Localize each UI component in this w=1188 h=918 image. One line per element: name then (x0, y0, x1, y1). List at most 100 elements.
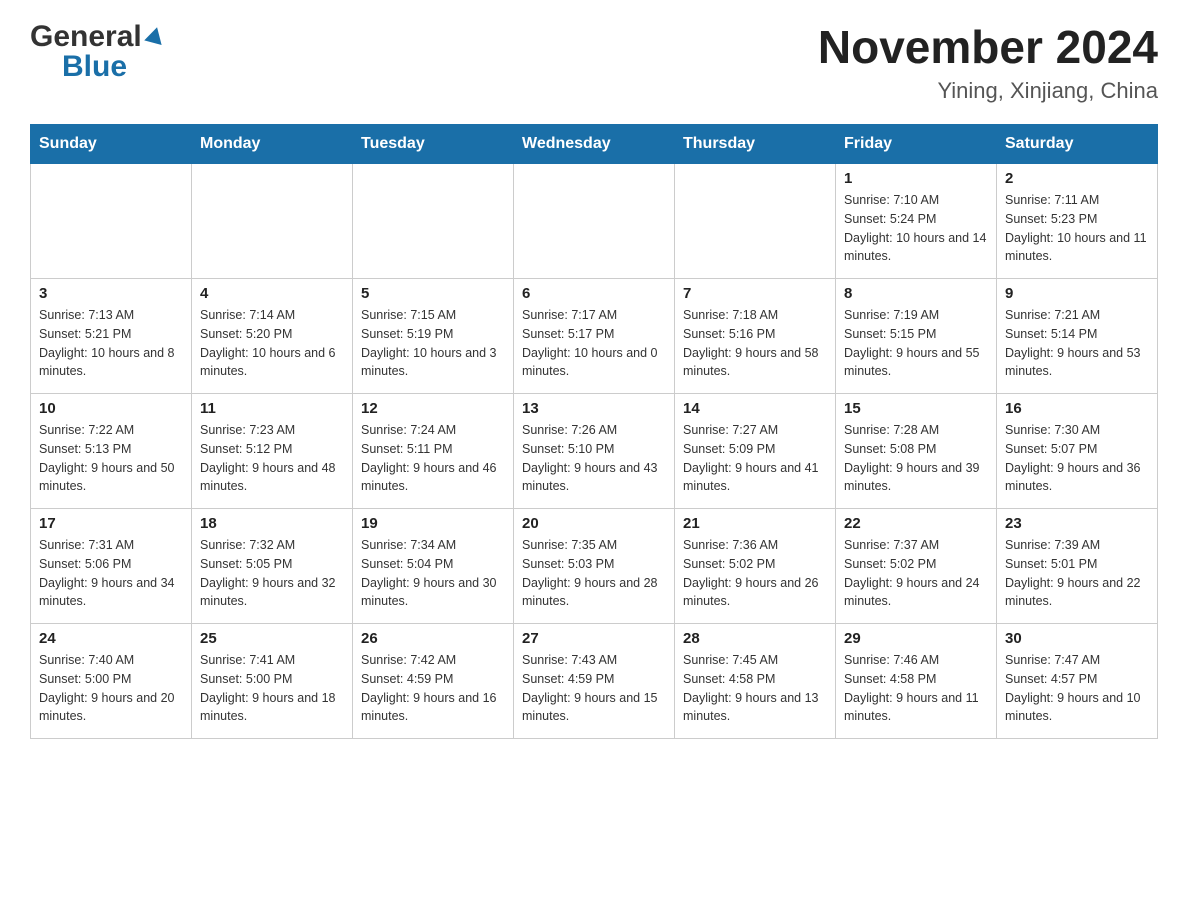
cell-1-4: 7 Sunrise: 7:18 AMSunset: 5:16 PMDayligh… (675, 279, 836, 394)
cell-4-0: 24 Sunrise: 7:40 AMSunset: 5:00 PMDaylig… (31, 624, 192, 739)
cell-0-6: 2 Sunrise: 7:11 AMSunset: 5:23 PMDayligh… (997, 164, 1158, 279)
cell-0-0 (31, 164, 192, 279)
cell-3-1: 18 Sunrise: 7:32 AMSunset: 5:05 PMDaylig… (192, 509, 353, 624)
calendar-title: November 2024 (818, 20, 1158, 74)
logo-triangle-icon (144, 25, 166, 45)
cell-0-1 (192, 164, 353, 279)
day-info: Sunrise: 7:26 AMSunset: 5:10 PMDaylight:… (522, 421, 666, 496)
day-info: Sunrise: 7:47 AMSunset: 4:57 PMDaylight:… (1005, 651, 1149, 726)
cell-0-4 (675, 164, 836, 279)
calendar-table: Sunday Monday Tuesday Wednesday Thursday… (30, 124, 1158, 739)
day-number: 30 (1005, 630, 1149, 647)
col-tuesday: Tuesday (353, 125, 514, 164)
day-info: Sunrise: 7:22 AMSunset: 5:13 PMDaylight:… (39, 421, 183, 496)
header: General Blue November 2024 Yining, Xinji… (30, 20, 1158, 104)
cell-0-2 (353, 164, 514, 279)
cell-2-1: 11 Sunrise: 7:23 AMSunset: 5:12 PMDaylig… (192, 394, 353, 509)
col-saturday: Saturday (997, 125, 1158, 164)
day-number: 28 (683, 630, 827, 647)
cell-1-1: 4 Sunrise: 7:14 AMSunset: 5:20 PMDayligh… (192, 279, 353, 394)
day-number: 16 (1005, 400, 1149, 417)
cell-1-5: 8 Sunrise: 7:19 AMSunset: 5:15 PMDayligh… (836, 279, 997, 394)
day-number: 18 (200, 515, 344, 532)
cell-1-6: 9 Sunrise: 7:21 AMSunset: 5:14 PMDayligh… (997, 279, 1158, 394)
day-number: 4 (200, 285, 344, 302)
day-number: 13 (522, 400, 666, 417)
day-info: Sunrise: 7:31 AMSunset: 5:06 PMDaylight:… (39, 536, 183, 611)
day-info: Sunrise: 7:37 AMSunset: 5:02 PMDaylight:… (844, 536, 988, 611)
day-info: Sunrise: 7:24 AMSunset: 5:11 PMDaylight:… (361, 421, 505, 496)
day-number: 24 (39, 630, 183, 647)
logo-blue-text: Blue (62, 50, 127, 84)
cell-4-2: 26 Sunrise: 7:42 AMSunset: 4:59 PMDaylig… (353, 624, 514, 739)
day-info: Sunrise: 7:18 AMSunset: 5:16 PMDaylight:… (683, 306, 827, 381)
cell-2-4: 14 Sunrise: 7:27 AMSunset: 5:09 PMDaylig… (675, 394, 836, 509)
day-number: 8 (844, 285, 988, 302)
week-row-2: 10 Sunrise: 7:22 AMSunset: 5:13 PMDaylig… (31, 394, 1158, 509)
cell-2-3: 13 Sunrise: 7:26 AMSunset: 5:10 PMDaylig… (514, 394, 675, 509)
day-number: 14 (683, 400, 827, 417)
day-number: 7 (683, 285, 827, 302)
day-number: 19 (361, 515, 505, 532)
week-row-0: 1 Sunrise: 7:10 AMSunset: 5:24 PMDayligh… (31, 164, 1158, 279)
cell-3-0: 17 Sunrise: 7:31 AMSunset: 5:06 PMDaylig… (31, 509, 192, 624)
day-number: 15 (844, 400, 988, 417)
day-info: Sunrise: 7:30 AMSunset: 5:07 PMDaylight:… (1005, 421, 1149, 496)
day-number: 9 (1005, 285, 1149, 302)
day-info: Sunrise: 7:15 AMSunset: 5:19 PMDaylight:… (361, 306, 505, 381)
cell-2-0: 10 Sunrise: 7:22 AMSunset: 5:13 PMDaylig… (31, 394, 192, 509)
day-info: Sunrise: 7:13 AMSunset: 5:21 PMDaylight:… (39, 306, 183, 381)
day-info: Sunrise: 7:45 AMSunset: 4:58 PMDaylight:… (683, 651, 827, 726)
cell-3-4: 21 Sunrise: 7:36 AMSunset: 5:02 PMDaylig… (675, 509, 836, 624)
day-number: 29 (844, 630, 988, 647)
cell-1-3: 6 Sunrise: 7:17 AMSunset: 5:17 PMDayligh… (514, 279, 675, 394)
cell-4-1: 25 Sunrise: 7:41 AMSunset: 5:00 PMDaylig… (192, 624, 353, 739)
cell-2-5: 15 Sunrise: 7:28 AMSunset: 5:08 PMDaylig… (836, 394, 997, 509)
day-info: Sunrise: 7:19 AMSunset: 5:15 PMDaylight:… (844, 306, 988, 381)
week-row-1: 3 Sunrise: 7:13 AMSunset: 5:21 PMDayligh… (31, 279, 1158, 394)
cell-4-6: 30 Sunrise: 7:47 AMSunset: 4:57 PMDaylig… (997, 624, 1158, 739)
day-info: Sunrise: 7:39 AMSunset: 5:01 PMDaylight:… (1005, 536, 1149, 611)
day-info: Sunrise: 7:14 AMSunset: 5:20 PMDaylight:… (200, 306, 344, 381)
day-info: Sunrise: 7:11 AMSunset: 5:23 PMDaylight:… (1005, 191, 1149, 266)
col-thursday: Thursday (675, 125, 836, 164)
day-number: 20 (522, 515, 666, 532)
week-row-4: 24 Sunrise: 7:40 AMSunset: 5:00 PMDaylig… (31, 624, 1158, 739)
day-info: Sunrise: 7:27 AMSunset: 5:09 PMDaylight:… (683, 421, 827, 496)
day-info: Sunrise: 7:34 AMSunset: 5:04 PMDaylight:… (361, 536, 505, 611)
day-number: 27 (522, 630, 666, 647)
day-number: 26 (361, 630, 505, 647)
cell-3-2: 19 Sunrise: 7:34 AMSunset: 5:04 PMDaylig… (353, 509, 514, 624)
day-info: Sunrise: 7:23 AMSunset: 5:12 PMDaylight:… (200, 421, 344, 496)
day-number: 12 (361, 400, 505, 417)
day-info: Sunrise: 7:21 AMSunset: 5:14 PMDaylight:… (1005, 306, 1149, 381)
day-number: 17 (39, 515, 183, 532)
day-number: 25 (200, 630, 344, 647)
cell-4-4: 28 Sunrise: 7:45 AMSunset: 4:58 PMDaylig… (675, 624, 836, 739)
day-number: 5 (361, 285, 505, 302)
col-sunday: Sunday (31, 125, 192, 164)
title-area: November 2024 Yining, Xinjiang, China (818, 20, 1158, 104)
day-info: Sunrise: 7:46 AMSunset: 4:58 PMDaylight:… (844, 651, 988, 726)
day-info: Sunrise: 7:32 AMSunset: 5:05 PMDaylight:… (200, 536, 344, 611)
logo: General Blue (30, 20, 164, 84)
day-number: 22 (844, 515, 988, 532)
cell-3-6: 23 Sunrise: 7:39 AMSunset: 5:01 PMDaylig… (997, 509, 1158, 624)
day-info: Sunrise: 7:41 AMSunset: 5:00 PMDaylight:… (200, 651, 344, 726)
day-info: Sunrise: 7:40 AMSunset: 5:00 PMDaylight:… (39, 651, 183, 726)
day-number: 6 (522, 285, 666, 302)
day-number: 10 (39, 400, 183, 417)
cell-3-5: 22 Sunrise: 7:37 AMSunset: 5:02 PMDaylig… (836, 509, 997, 624)
day-info: Sunrise: 7:35 AMSunset: 5:03 PMDaylight:… (522, 536, 666, 611)
day-number: 23 (1005, 515, 1149, 532)
col-friday: Friday (836, 125, 997, 164)
day-info: Sunrise: 7:42 AMSunset: 4:59 PMDaylight:… (361, 651, 505, 726)
cell-4-3: 27 Sunrise: 7:43 AMSunset: 4:59 PMDaylig… (514, 624, 675, 739)
cell-3-3: 20 Sunrise: 7:35 AMSunset: 5:03 PMDaylig… (514, 509, 675, 624)
logo-general-text: General (30, 20, 142, 54)
calendar-subtitle: Yining, Xinjiang, China (818, 78, 1158, 104)
week-row-3: 17 Sunrise: 7:31 AMSunset: 5:06 PMDaylig… (31, 509, 1158, 624)
col-wednesday: Wednesday (514, 125, 675, 164)
cell-1-0: 3 Sunrise: 7:13 AMSunset: 5:21 PMDayligh… (31, 279, 192, 394)
day-number: 3 (39, 285, 183, 302)
